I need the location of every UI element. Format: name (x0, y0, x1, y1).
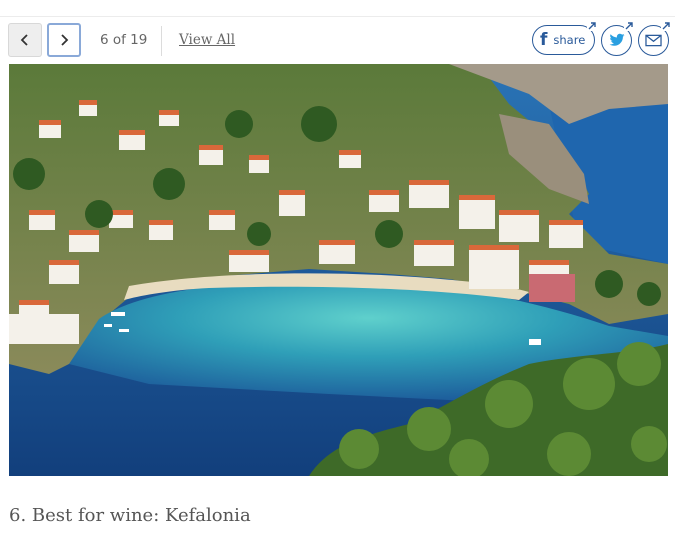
slide-caption: 6. Best for wine: Kefalonia (9, 505, 251, 526)
external-arrow-icon (587, 21, 597, 31)
view-all-link[interactable]: View All (179, 32, 235, 48)
slide-counter: 6 of 19 (100, 32, 148, 48)
email-icon (645, 34, 662, 46)
external-arrow-icon (624, 20, 634, 31)
previous-slide-button[interactable] (8, 23, 42, 57)
toolbar-separator (161, 26, 162, 56)
facebook-share-label: share (553, 33, 586, 47)
twitter-icon (608, 33, 624, 46)
facebook-icon: f (540, 29, 548, 50)
external-arrow-icon (661, 20, 671, 31)
slide-photo (9, 64, 668, 476)
chevron-left-icon (20, 34, 28, 46)
share-buttons: f share (532, 20, 671, 58)
twitter-share-button[interactable] (601, 20, 634, 56)
slideshow-toolbar: 6 of 19 View All f share (0, 17, 675, 63)
chevron-right-icon (61, 34, 69, 46)
facebook-share-button[interactable]: f share (532, 21, 597, 55)
next-slide-button[interactable] (47, 23, 81, 57)
email-share-button[interactable] (638, 20, 671, 56)
